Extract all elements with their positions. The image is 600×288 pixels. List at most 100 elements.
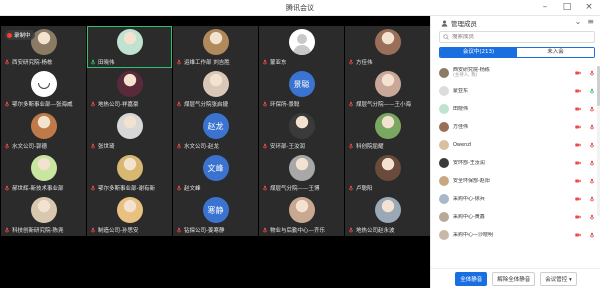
member-row[interactable]: 西安研究院-杨栋 (主持人, 我) [431,64,600,82]
video-tile[interactable]: 鄂尔多斯事业部-谢有新 [87,152,172,194]
camera-icon[interactable] [575,160,581,166]
microphone-icon[interactable] [589,178,595,184]
video-grid: 录制中 西安研究院-杨栋 田晓伟 运维工作部 刘吉胜 蒙亚东 方佳伟 鄂尔多斯事业部—张海威… [1,26,430,278]
member-row[interactable]: Owenzl [431,136,600,154]
video-tile[interactable]: 张世琦 [87,110,172,152]
video-tile[interactable]: 制造公司-孙思安 [87,194,172,236]
video-tile[interactable]: 赵龙 水文公司-赵龙 [173,110,258,152]
microphone-icon [89,143,96,150]
member-search[interactable] [439,31,595,43]
microphone-icon[interactable] [589,214,595,220]
camera-icon[interactable] [575,70,581,76]
video-tile[interactable]: 景聪环保所-景聪 [259,68,344,110]
video-tile[interactable]: 水文公司-郭德 [1,110,86,152]
microphone-icon [3,101,10,108]
avatar [30,155,57,181]
record-dot-icon [7,32,12,38]
microphone-icon[interactable] [589,106,595,112]
unmute-all-button[interactable]: 解除全体静音 [492,271,536,286]
microphone-icon[interactable] [589,142,595,148]
close-icon[interactable]: × [584,2,594,13]
avatar-text: 景聪 [293,79,310,89]
video-grid-area: 录制中 西安研究院-杨栋 田晓伟 运维工作部 刘吉胜 蒙亚东 方佳伟 鄂尔多斯事业部—张海威… [0,16,430,288]
panel-header: 管理成员 [441,18,477,28]
video-tile[interactable]: 录制中西安研究院-杨栋 [1,26,86,68]
camera-icon[interactable] [575,124,581,130]
tile-label: 张世琦 [89,142,115,150]
member-row[interactable]: 方佳伟 [431,118,600,136]
chevron-down-icon: ▾ [569,276,572,283]
tile-label: 赵文峰 [175,184,201,192]
maximize-icon[interactable]: □ [562,2,572,13]
member-row[interactable]: 安全环保部-赵阳 [431,172,600,190]
member-row[interactable]: 采购中心-黄鑫 [431,208,600,226]
camera-icon[interactable] [575,142,581,148]
member-row[interactable]: 蒙亚东 [431,82,600,100]
meeting-control-button[interactable]: 会议管控 ▾ [540,271,577,286]
member-row[interactable]: 采购中心-徐兵 [431,190,600,208]
recording-badge[interactable]: 录制中 [5,30,35,40]
video-tile[interactable]: 煤层气分院张启捷 [173,68,258,110]
camera-icon[interactable] [575,106,581,112]
member-name: 采购中心-徐兵 [453,196,485,202]
video-tile[interactable]: 安环部-王汝润 [259,110,344,152]
member-row[interactable]: 安环部-王汝润 [431,154,600,172]
video-tile[interactable]: 地热公司-祥嘉豪 [87,68,172,110]
video-tile[interactable]: 运维工作部 刘吉胜 [173,26,258,68]
video-tile[interactable]: 物业与后勤中心—齐乐 [259,194,344,236]
video-tile[interactable]: 蒙亚东 [259,26,344,68]
member-row[interactable]: 采购中心—沙晓明 [431,226,600,244]
mute-all-button[interactable]: 全体静音 [455,271,488,286]
camera-icon[interactable] [575,178,581,184]
tile-label: 科技创新研究院-陈尧 [3,226,64,234]
video-tile[interactable]: 卢聪阳 [345,152,430,194]
camera-icon[interactable] [575,196,581,202]
avatar [116,71,143,97]
video-tile[interactable]: 煤层气分院——王博 [259,152,344,194]
tab-not-joined[interactable]: 未入会 [517,48,594,57]
member-controls [575,88,595,94]
video-tile[interactable]: 科技创新研究院-陈尧 [1,194,86,236]
panel-menu-icon[interactable]: ≡ [587,17,594,26]
avatar [30,197,57,223]
video-tile[interactable]: 地热公司赵永波 [345,194,430,236]
avatar [116,197,143,223]
participant-name: 水文公司-郭德 [12,144,47,150]
video-tile[interactable]: 煤层气分院——王小海 [345,68,430,110]
minimize-icon[interactable]: – [540,2,550,13]
member-row[interactable]: 田晓伟 [431,100,600,118]
video-tile[interactable]: 文峰赵文峰 [173,152,258,194]
member-list: 西安研究院-杨栋 (主持人, 我) 蒙亚东 田晓伟 方佳伟 Owenzl 安环部-王汝润 安全… [431,64,600,244]
microphone-icon[interactable] [589,88,595,94]
tile-label: 环保所-景聪 [261,100,300,108]
microphone-icon[interactable] [589,160,595,166]
video-tile[interactable]: 寒静 钻探公司-姜寒静 [173,194,258,236]
microphone-icon[interactable] [589,70,595,76]
camera-icon[interactable] [575,214,581,220]
chevron-down-icon[interactable]: ⌄ [575,17,582,26]
microphone-icon[interactable] [589,124,595,130]
tile-label: 科创院屈耀 [347,142,384,150]
search-input[interactable] [452,34,582,40]
camera-icon[interactable] [575,88,581,94]
avatar [116,113,143,139]
tile-label: 西安研究院-杨栋 [3,58,53,66]
microphone-icon[interactable] [589,232,595,238]
avatar-text: 文峰 [207,163,224,173]
microphone-icon [175,59,182,66]
member-name-block: 采购中心—沙晓明 [453,232,575,238]
video-tile[interactable]: 鄂尔多斯事业部—张海威 [1,68,86,110]
microphone-icon [175,143,182,150]
microphone-icon[interactable] [589,196,595,202]
participant-name: 运维工作部 刘吉胜 [184,60,230,66]
video-tile[interactable]: 科创院屈耀 [345,110,430,152]
camera-icon[interactable] [575,232,581,238]
video-tile[interactable]: 郝世辉-新技术事业部 [1,152,86,194]
video-tile[interactable]: 方佳伟 [345,26,430,68]
avatar [30,71,57,97]
tab-in-meeting[interactable]: 会议中(213) [440,48,517,57]
video-tile[interactable]: 田晓伟 [87,26,172,68]
member-controls [575,160,595,166]
microphone-icon [3,143,10,150]
title-bar: 腾讯会议 – □ × [0,0,600,16]
